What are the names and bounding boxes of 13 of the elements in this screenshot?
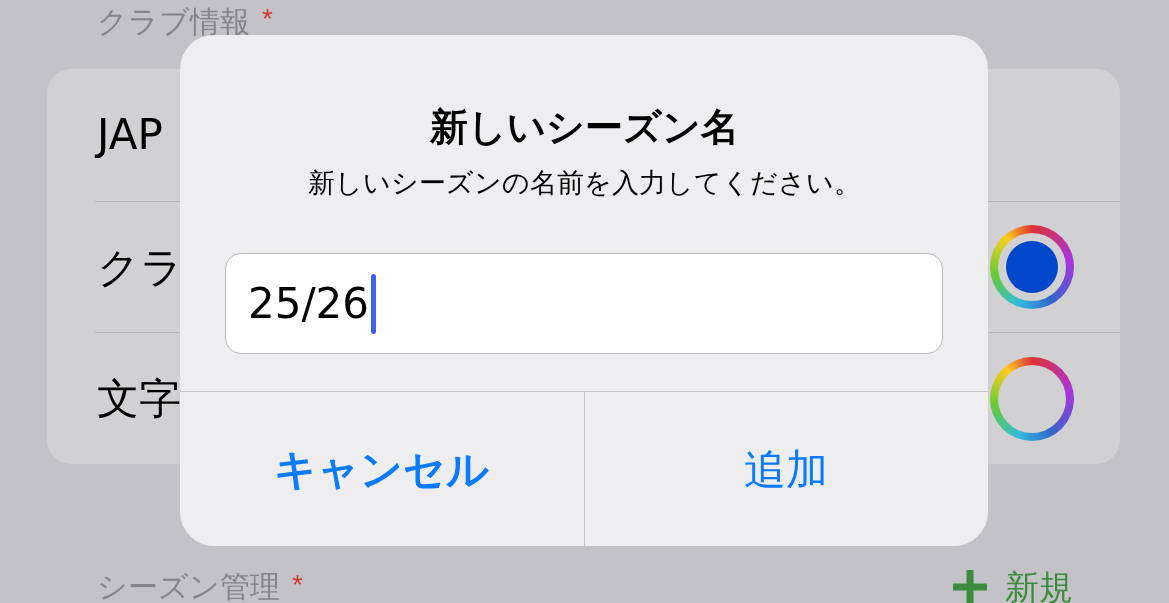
cancel-button[interactable]: キャンセル <box>180 392 584 546</box>
alert-title: 新しいシーズン名 <box>429 104 739 151</box>
row-label: クラ <box>97 241 183 294</box>
alert-message: 新しいシーズンの名前を入力してください。 <box>307 166 861 200</box>
row-label: 文字 <box>97 373 181 426</box>
text-field[interactable]: 25/26 <box>225 253 943 354</box>
section-header: クラブ情報 <box>97 4 250 40</box>
add-button[interactable]: 追加 <box>583 392 988 546</box>
text-cursor <box>371 273 377 334</box>
required-asterisk: * <box>262 4 273 34</box>
required-asterisk: * <box>292 570 303 600</box>
section-header: シーズン管理 <box>97 570 280 603</box>
plus-icon <box>951 568 989 603</box>
